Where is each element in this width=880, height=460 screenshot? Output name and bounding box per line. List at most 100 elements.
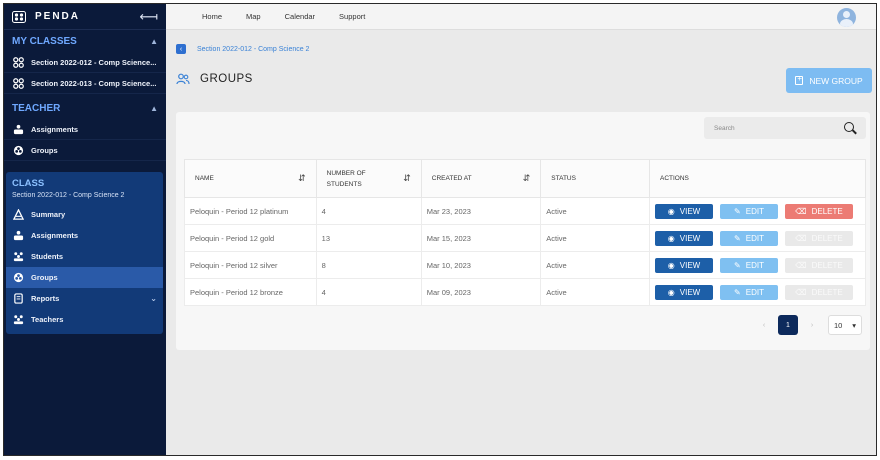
page-header: GROUPS	[176, 73, 253, 85]
menu-map[interactable]: Map	[246, 12, 261, 21]
sidebar-item-label: Teachers	[31, 315, 64, 324]
edit-label: EDIT	[745, 287, 764, 297]
teacher-title: TEACHER	[12, 102, 61, 114]
edit-label: EDIT	[745, 206, 764, 216]
sidebar-item-groups[interactable]: Groups	[6, 267, 163, 288]
eye-icon: ◉	[667, 287, 675, 297]
group-name-cell: Peloquin - Period 12 silver	[184, 251, 317, 279]
delete-button: ⌫ DELETE	[785, 284, 853, 300]
page-1-button[interactable]: 1	[778, 315, 798, 335]
created-at-cell: Mar 10, 2023	[420, 251, 542, 279]
chevron-up-icon: ▲	[150, 36, 158, 46]
col-name[interactable]: NAME ⇵	[184, 159, 317, 198]
breadcrumb-link[interactable]: Section 2022-012 - Comp Science 2	[197, 46, 309, 53]
search-icon[interactable]	[844, 122, 856, 134]
class-title: CLASS	[12, 178, 45, 189]
delete-button[interactable]: ⌫ DELETE	[785, 203, 853, 219]
edit-button[interactable]: ✎ EDIT	[720, 203, 778, 219]
class-grid-icon	[12, 56, 24, 68]
assignments-icon	[12, 123, 24, 135]
eye-icon: ◉	[667, 206, 675, 216]
prev-page-button[interactable]: ‹	[754, 315, 774, 335]
back-arrow-icon[interactable]: ‹	[176, 44, 186, 54]
chevron-down-icon: ⌄	[150, 294, 157, 303]
eye-icon: ◉	[667, 233, 675, 243]
delete-icon: ⌫	[795, 287, 807, 297]
class-subtitle: Section 2022-012 - Comp Science 2	[12, 192, 125, 199]
status-cell: Active	[540, 197, 650, 225]
sidebar-item-label: Assignments	[31, 124, 79, 134]
group-name-cell: Peloquin - Period 12 gold	[184, 224, 317, 252]
sidebar-item-students[interactable]: Students	[6, 246, 163, 267]
table-row: Peloquin - Period 12 platinum 4 Mar 23, 20…	[184, 197, 866, 225]
teacher-header[interactable]: TEACHER ▲	[4, 97, 166, 119]
my-classes-title: MY CLASSES	[12, 35, 77, 47]
menu-support[interactable]: Support	[339, 12, 365, 21]
sidebar: PENDA ⟻ MY CLASSES ▲ Section 2022-012 - …	[4, 4, 166, 455]
sidebar-item-reports[interactable]: Reports ⌄	[6, 288, 163, 309]
delete-label: DELETE	[811, 260, 843, 270]
col-created[interactable]: CREATED AT ⇵	[420, 159, 542, 198]
actions-cell: ◉ VIEW ✎ EDIT ⌫ DELETE	[649, 278, 866, 306]
view-button[interactable]: ◉ VIEW	[655, 230, 713, 246]
col-actions-label: ACTIONS	[660, 175, 689, 182]
assignments-icon	[12, 230, 24, 242]
sidebar-item-class-2022-012[interactable]: Section 2022-012 - Comp Science...	[4, 52, 166, 73]
sidebar-item-label: Reports	[31, 294, 60, 303]
delete-label: DELETE	[811, 287, 843, 297]
sidebar-item-teacher-assignments[interactable]: Assignments	[4, 119, 166, 140]
delete-icon: ⌫	[795, 233, 807, 243]
sidebar-item-label: Groups	[31, 145, 58, 155]
search-input[interactable]: Search	[714, 125, 735, 132]
group-name-cell: Peloquin - Period 12 platinum	[184, 197, 317, 225]
col-students[interactable]: NUMBER OF STUDENTS ⇵	[315, 159, 422, 198]
sidebar-item-teachers[interactable]: Teachers	[6, 309, 163, 330]
pagination: ‹ 1 › 10 ▾	[750, 315, 862, 335]
student-count-cell: 13	[315, 224, 422, 252]
reports-icon	[12, 293, 24, 305]
new-group-label: NEW GROUP	[809, 75, 863, 86]
sidebar-item-teacher-groups[interactable]: Groups	[4, 140, 166, 161]
penda-logo-icon	[12, 10, 26, 23]
view-label: VIEW	[679, 206, 701, 216]
menu-home[interactable]: Home	[202, 12, 222, 21]
pencil-icon: ✎	[734, 260, 741, 270]
chevron-up-icon: ▲	[150, 103, 158, 113]
next-page-button[interactable]: ›	[802, 315, 822, 335]
menu-calendar[interactable]: Calendar	[285, 12, 315, 21]
edit-button[interactable]: ✎ EDIT	[720, 257, 778, 273]
class-panel: CLASS Section 2022-012 - Comp Science 2 …	[6, 172, 163, 334]
sort-asc-icon[interactable]: ⇵	[523, 173, 531, 184]
teachers-icon	[12, 314, 24, 326]
breadcrumb: ‹ Section 2022-012 - Comp Science 2	[176, 44, 309, 54]
top-bar: Home Map Calendar Support	[166, 4, 876, 30]
sidebar-item-summary[interactable]: Summary	[6, 204, 163, 225]
page-size-value: 10	[834, 320, 843, 330]
view-button[interactable]: ◉ VIEW	[655, 203, 713, 219]
top-menu: Home Map Calendar Support	[202, 12, 389, 21]
page-size-select[interactable]: 10 ▾	[828, 315, 862, 335]
sidebar-item-label: Groups	[31, 273, 58, 282]
view-button[interactable]: ◉ VIEW	[655, 257, 713, 273]
collapse-sidebar-icon[interactable]: ⟻	[139, 9, 158, 25]
table-row: Peloquin - Period 12 gold 13 Mar 15, 2023 A…	[184, 224, 866, 252]
status-cell: Active	[540, 278, 650, 306]
avatar[interactable]	[837, 8, 856, 27]
edit-button[interactable]: ✎ EDIT	[720, 284, 778, 300]
view-label: VIEW	[679, 287, 701, 297]
sidebar-item-assignments[interactable]: Assignments	[6, 225, 163, 246]
col-status-label: STATUS	[551, 175, 576, 182]
edit-button[interactable]: ✎ EDIT	[720, 230, 778, 246]
search-box[interactable]: Search	[704, 117, 866, 139]
my-classes-header[interactable]: MY CLASSES ▲	[4, 30, 166, 52]
status-cell: Active	[540, 224, 650, 252]
sort-icon[interactable]: ⇵	[403, 173, 411, 184]
sort-icon[interactable]: ⇵	[298, 173, 306, 184]
col-created-label: CREATED AT	[431, 175, 472, 182]
sidebar-item-class-2022-013[interactable]: Section 2022-013 - Comp Science...	[4, 73, 166, 94]
add-file-icon	[795, 74, 804, 85]
created-at-cell: Mar 15, 2023	[420, 224, 542, 252]
view-button[interactable]: ◉ VIEW	[655, 284, 713, 300]
new-group-button[interactable]: NEW GROUP	[786, 68, 872, 93]
app-window: PENDA ⟻ MY CLASSES ▲ Section 2022-012 - …	[3, 3, 877, 456]
